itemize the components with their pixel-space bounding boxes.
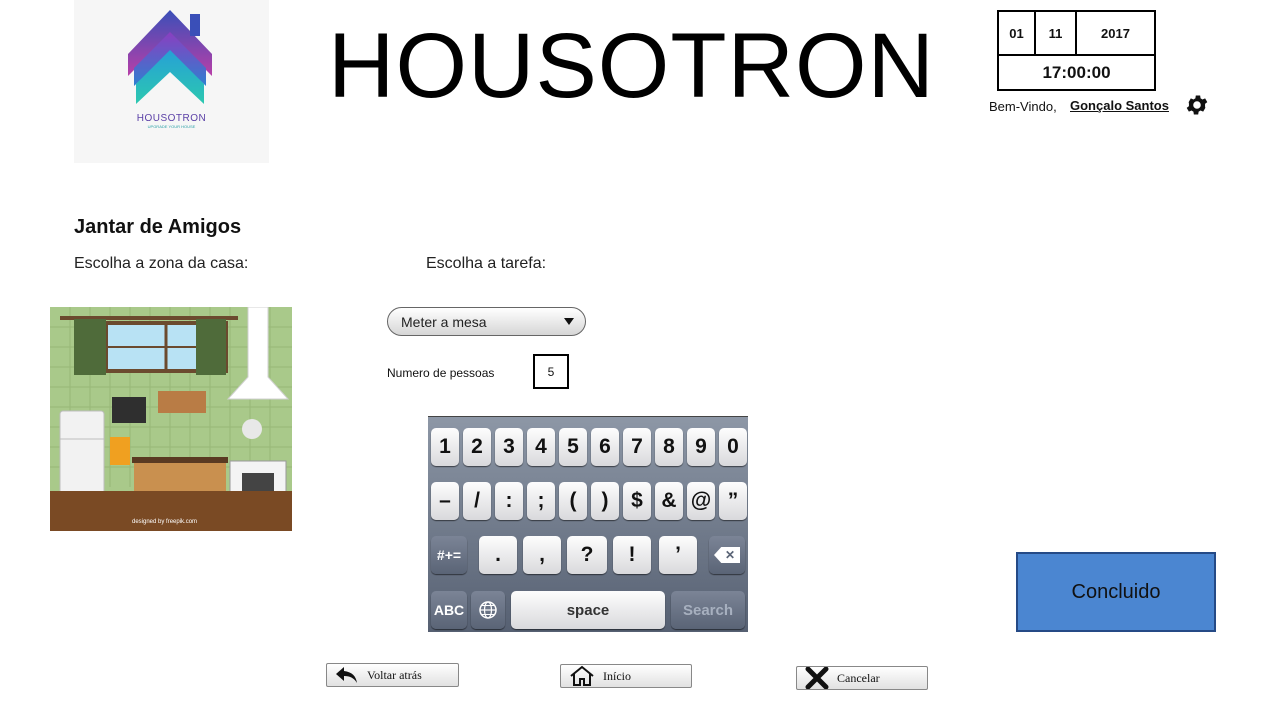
close-icon [805,667,829,689]
cancel-button[interactable]: Cancelar [796,666,928,690]
home-icon [570,665,594,686]
logo-wordmark: HOUSOTRON [136,113,207,124]
cancel-button-label: Cancelar [837,670,880,685]
key-dash[interactable]: – [431,482,459,520]
logo-tagline: UPGRADE YOUR HOUSE [147,124,196,129]
page-title: HOUSOTRON [328,15,935,117]
key-close-paren[interactable]: ) [591,482,619,520]
key-7[interactable]: 7 [623,428,651,466]
home-button-label: Início [603,668,631,683]
home-button[interactable]: Início [560,664,692,688]
key-comma[interactable]: , [523,536,561,574]
key-5[interactable]: 5 [559,428,587,466]
backspace-icon: ✕ [714,547,740,563]
key-8[interactable]: 8 [655,428,683,466]
back-button-label: Voltar atrás [367,667,422,682]
app-logo: HOUSOTRON UPGRADE YOUR HOUSE [74,0,269,163]
key-quote[interactable]: ” [719,482,747,520]
zone-label: Escolha a zona da casa: [74,255,249,272]
key-2[interactable]: 2 [463,428,491,466]
key-dollar[interactable]: $ [623,482,651,520]
key-space[interactable]: space [511,591,665,629]
section-title: Jantar de Amigos [74,216,242,238]
key-apostrophe[interactable]: ’ [659,536,697,574]
people-count-label: Numero de pessoas [387,366,495,380]
house-logo-icon [128,10,212,104]
back-arrow-icon [336,667,357,683]
task-select[interactable]: Meter a mesa [387,307,586,336]
date-month: 11 [1036,12,1077,54]
key-period[interactable]: . [479,536,517,574]
date-time-display: 01 11 2017 17:00:00 [997,10,1156,91]
back-button[interactable]: Voltar atrás [326,663,459,687]
on-screen-keyboard: 1 2 3 4 5 6 7 8 9 0 – / : ; ( ) $ & @ ” … [428,416,748,632]
date-year: 2017 [1101,25,1130,41]
key-open-paren[interactable]: ( [559,482,587,520]
key-semicolon[interactable]: ; [527,482,555,520]
key-9[interactable]: 9 [687,428,715,466]
welcome-label: Bem-Vindo, [989,99,1057,114]
key-4[interactable]: 4 [527,428,555,466]
key-at[interactable]: @ [687,482,715,520]
key-symbols[interactable]: #+= [431,536,467,574]
key-backspace[interactable]: ✕ [709,536,745,574]
key-ampersand[interactable]: & [655,482,683,520]
globe-icon [479,601,497,619]
chevron-down-icon [564,318,574,325]
user-name-link[interactable]: Gonçalo Santos [1070,98,1169,113]
key-3[interactable]: 3 [495,428,523,466]
key-exclamation[interactable]: ! [613,536,651,574]
time-display: 17:00:00 [1042,62,1111,82]
key-colon[interactable]: : [495,482,523,520]
image-credit: designed by freepik.com [132,519,197,525]
key-search[interactable]: Search [671,591,745,629]
people-count-input[interactable]: 5 [533,354,569,389]
key-1[interactable]: 1 [431,428,459,466]
done-button[interactable]: Concluido [1016,552,1216,632]
key-slash[interactable]: / [463,482,491,520]
task-select-value: Meter a mesa [401,313,487,330]
date-day: 01 [999,12,1036,54]
task-label: Escolha a tarefa: [426,255,547,272]
gear-icon[interactable] [1184,92,1210,118]
date-row: 01 11 2017 [999,12,1154,56]
key-question[interactable]: ? [567,536,607,574]
key-abc[interactable]: ABC [431,591,467,629]
kitchen-zone-image[interactable]: designed by freepik.com [50,307,292,531]
key-0[interactable]: 0 [719,428,747,466]
key-globe[interactable] [471,591,505,629]
key-6[interactable]: 6 [591,428,619,466]
